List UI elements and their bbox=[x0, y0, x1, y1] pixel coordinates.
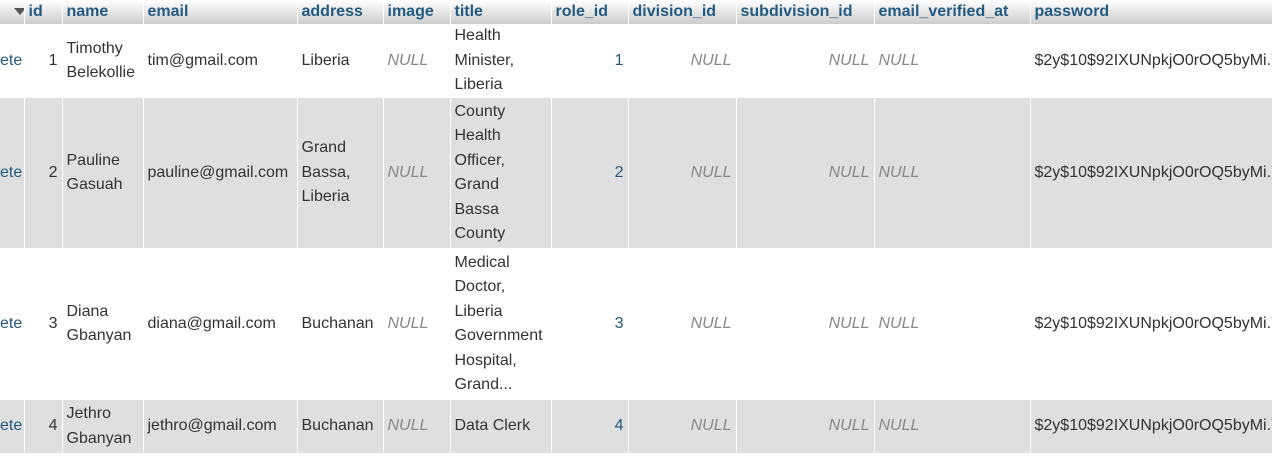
cell-image: NULL bbox=[383, 24, 451, 98]
cell-subdivision-id: NULL bbox=[736, 24, 875, 98]
delete-action-cell: ete bbox=[0, 248, 25, 400]
cell-id: 4 bbox=[24, 400, 63, 453]
cell-email-verified-at: NULL bbox=[874, 98, 1031, 248]
cell-title: County Health Officer, Grand Bassa Count… bbox=[450, 98, 552, 248]
column-header-email-verified-at[interactable]: email_verified_at bbox=[874, 0, 1031, 24]
cell-subdivision-id: NULL bbox=[736, 400, 875, 453]
cell-image: NULL bbox=[383, 248, 451, 400]
cell-subdivision-id: NULL bbox=[736, 248, 875, 400]
table-row: ete 2 Pauline Gasuah pauline@gmail.com G… bbox=[0, 98, 1272, 248]
delete-link[interactable]: ete bbox=[0, 417, 22, 434]
cell-division-id: NULL bbox=[628, 400, 737, 453]
column-header-address[interactable]: address bbox=[297, 0, 384, 24]
cell-id: 1 bbox=[24, 24, 63, 98]
column-header-actions[interactable] bbox=[0, 0, 25, 24]
role-id-link[interactable]: 4 bbox=[615, 417, 624, 434]
cell-email: diana@gmail.com bbox=[143, 248, 298, 400]
cell-address: Buchanan bbox=[297, 400, 384, 453]
cell-id: 2 bbox=[24, 98, 63, 248]
cell-email: tim@gmail.com bbox=[143, 24, 298, 98]
table-row: ete 3 Diana Gbanyan diana@gmail.com Buch… bbox=[0, 248, 1272, 400]
cell-role-id: 2 bbox=[551, 98, 629, 248]
cell-id: 3 bbox=[24, 248, 63, 400]
delete-action-cell: ete bbox=[0, 24, 25, 98]
column-header-email[interactable]: email bbox=[143, 0, 298, 24]
header-row: id name email address image title role_i… bbox=[0, 0, 1272, 24]
cell-role-id: 1 bbox=[551, 24, 629, 98]
cell-email-verified-at: NULL bbox=[874, 400, 1031, 453]
delete-link[interactable]: ete bbox=[0, 164, 22, 181]
cell-email-verified-at: NULL bbox=[874, 24, 1031, 98]
column-header-title[interactable]: title bbox=[450, 0, 552, 24]
cell-division-id: NULL bbox=[628, 248, 737, 400]
delete-link[interactable]: ete bbox=[0, 52, 22, 69]
role-id-link[interactable]: 2 bbox=[615, 164, 624, 181]
cell-name: Diana Gbanyan bbox=[62, 248, 144, 400]
cell-address: Grand Bassa, Liberia bbox=[297, 98, 384, 248]
cell-name: Timothy Belekollie bbox=[62, 24, 144, 98]
column-header-id[interactable]: id bbox=[24, 0, 63, 24]
cell-role-id: 3 bbox=[551, 248, 629, 400]
cell-image: NULL bbox=[383, 400, 451, 453]
cell-image: NULL bbox=[383, 98, 451, 248]
column-header-role-id[interactable]: role_id bbox=[551, 0, 629, 24]
cell-division-id: NULL bbox=[628, 98, 737, 248]
column-header-name[interactable]: name bbox=[62, 0, 144, 24]
column-header-image[interactable]: image bbox=[383, 0, 451, 24]
column-header-division-id[interactable]: division_id bbox=[628, 0, 737, 24]
cell-password: $2y$10$92IXUNpkjO0rOQ5byMi.Ye4oKoEa3Ro9l… bbox=[1030, 248, 1272, 400]
cell-subdivision-id: NULL bbox=[736, 98, 875, 248]
cell-password: $2y$10$92IXUNpkjO0rOQ5byMi.Ye4oKoEa3Ro9l… bbox=[1030, 400, 1272, 453]
role-id-link[interactable]: 1 bbox=[615, 52, 624, 69]
delete-link[interactable]: ete bbox=[0, 315, 22, 332]
results-grid: id name email address image title role_i… bbox=[0, 0, 1272, 468]
cell-division-id: NULL bbox=[628, 24, 737, 98]
users-table: id name email address image title role_i… bbox=[0, 0, 1272, 453]
table-row: ete 4 Jethro Gbanyan jethro@gmail.com Bu… bbox=[0, 400, 1272, 453]
delete-action-cell: ete bbox=[0, 98, 25, 248]
cell-name: Pauline Gasuah bbox=[62, 98, 144, 248]
cell-role-id: 4 bbox=[551, 400, 629, 453]
cell-name: Jethro Gbanyan bbox=[62, 400, 144, 453]
column-header-subdivision-id[interactable]: subdivision_id bbox=[736, 0, 875, 24]
cell-password: $2y$10$92IXUNpkjO0rOQ5byMi.Ye4oKoEa3Ro9l… bbox=[1030, 98, 1272, 248]
cell-email: jethro@gmail.com bbox=[143, 400, 298, 453]
cell-email: pauline@gmail.com bbox=[143, 98, 298, 248]
cell-password: $2y$10$92IXUNpkjO0rOQ5byMi.Ye4oKoEa3Ro9l… bbox=[1030, 24, 1272, 98]
cell-address: Buchanan bbox=[297, 248, 384, 400]
role-id-link[interactable]: 3 bbox=[615, 315, 624, 332]
column-header-password[interactable]: password bbox=[1030, 0, 1272, 24]
cell-email-verified-at: NULL bbox=[874, 248, 1031, 400]
cell-title: Data Clerk bbox=[450, 400, 552, 453]
cell-title: Health Minister, Liberia bbox=[450, 24, 552, 98]
cell-address: Liberia bbox=[297, 24, 384, 98]
sort-arrow-icon[interactable] bbox=[14, 8, 23, 16]
delete-action-cell: ete bbox=[0, 400, 25, 453]
table-row: ete 1 Timothy Belekollie tim@gmail.com L… bbox=[0, 24, 1272, 98]
cell-title: Medical Doctor, Liberia Government Hospi… bbox=[450, 248, 552, 400]
